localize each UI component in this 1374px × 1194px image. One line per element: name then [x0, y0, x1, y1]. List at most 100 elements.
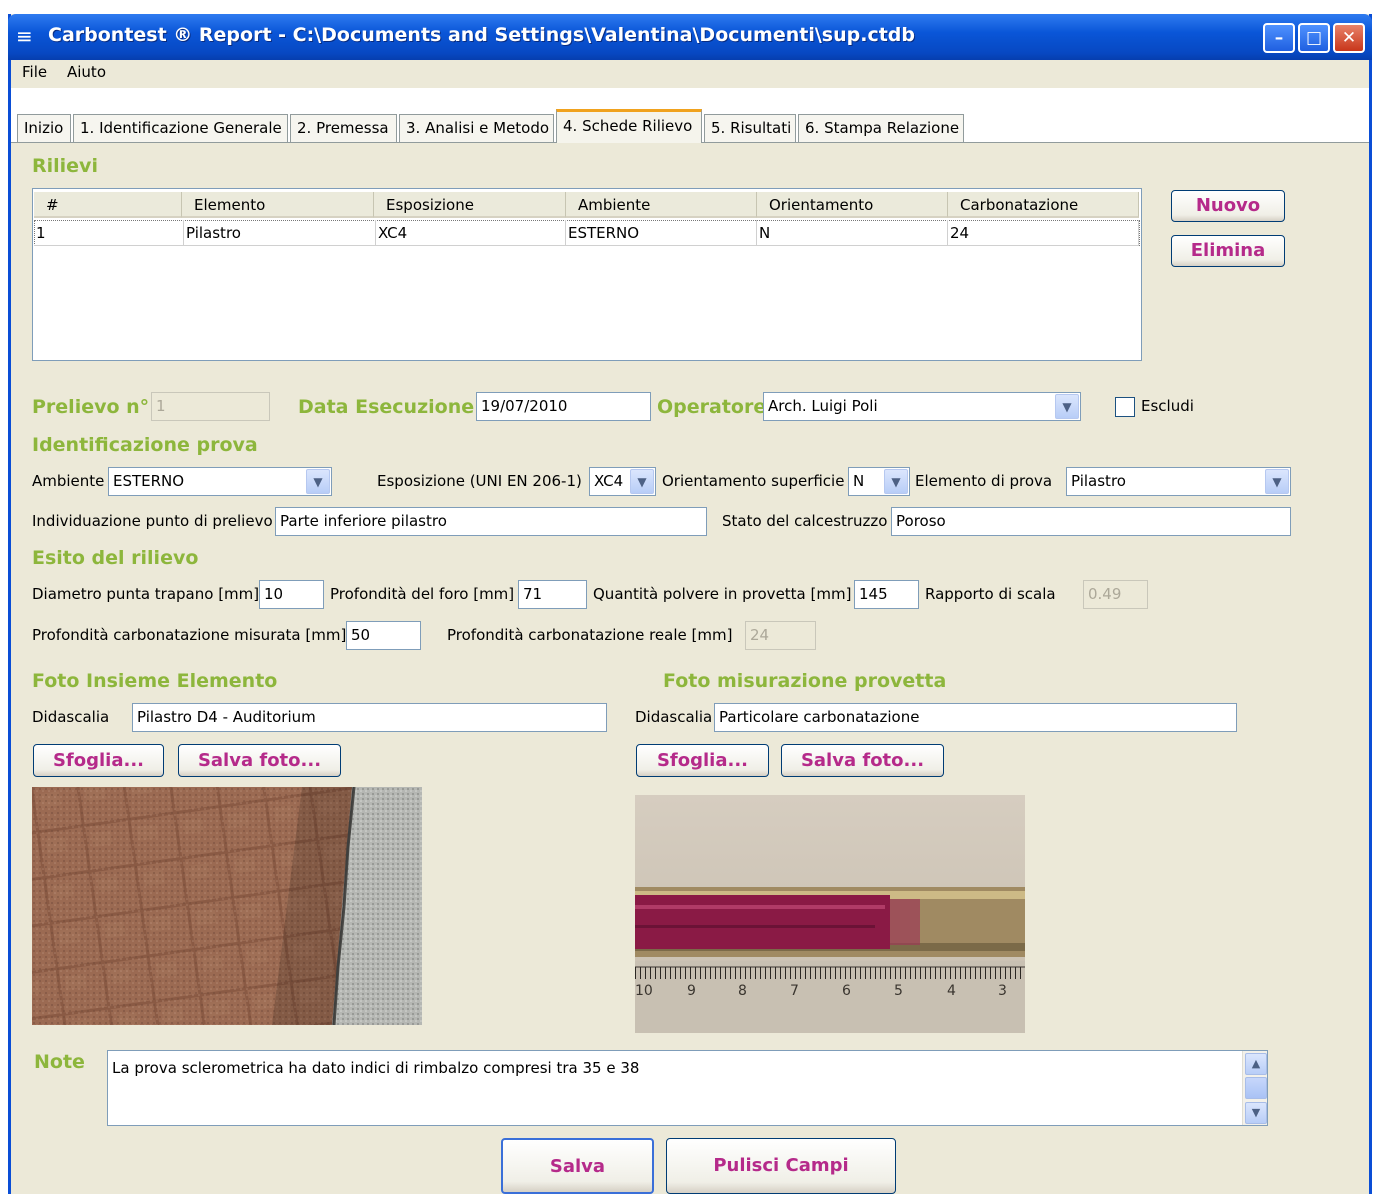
- menu-file[interactable]: File: [22, 63, 47, 81]
- quantita-polvere-field[interactable]: 145: [854, 580, 919, 609]
- carb-misurata-field[interactable]: 50: [346, 621, 421, 650]
- data-esecuzione-field[interactable]: 19/07/2010: [476, 392, 651, 421]
- carb-reale-field: 24: [745, 621, 816, 650]
- ambiente-value: ESTERNO: [113, 472, 185, 490]
- diametro-field[interactable]: 10: [259, 580, 324, 609]
- salva-button[interactable]: Salva: [501, 1138, 654, 1194]
- tab-stampa-relazione[interactable]: 6. Stampa Relazione: [798, 114, 964, 142]
- rapporto-scala-label: Rapporto di scala: [925, 585, 1056, 603]
- table-cell: XC4: [376, 220, 566, 246]
- esposizione-select[interactable]: XC4 ▼: [589, 467, 656, 496]
- close-icon[interactable]: ✕: [1333, 23, 1365, 53]
- tab-identificazione-generale[interactable]: 1. Identificazione Generale: [73, 114, 288, 142]
- foto-misurazione-title: Foto misurazione provetta: [663, 670, 947, 692]
- sfoglia-insieme-button[interactable]: Sfoglia...: [33, 744, 164, 777]
- window-title: Carbontest ® Report - C:\Documents and S…: [48, 24, 915, 46]
- ruler-number: 3: [998, 983, 1007, 999]
- table-cell: Pilastro: [184, 220, 376, 246]
- column-header[interactable]: Esposizione: [374, 192, 566, 218]
- ruler-number: 6: [842, 983, 851, 999]
- note-text: La prova sclerometrica ha dato indici di…: [112, 1059, 640, 1077]
- column-header[interactable]: #: [34, 192, 182, 218]
- ruler-number: 7: [790, 983, 799, 999]
- column-header[interactable]: Carbonatazione: [948, 192, 1139, 218]
- esito-title: Esito del rilievo: [32, 547, 199, 569]
- ruler-ticks: [635, 967, 1025, 979]
- foto-insieme-title: Foto Insieme Elemento: [32, 670, 278, 692]
- scroll-up-icon[interactable]: ▲: [1245, 1053, 1267, 1075]
- tab-schede-rilievo[interactable]: 4. Schede Rilievo: [556, 109, 702, 143]
- foto-insieme-image: [32, 787, 422, 1025]
- ambiente-label: Ambiente: [32, 472, 105, 490]
- didascalia-misurazione-field[interactable]: Particolare carbonatazione: [714, 703, 1237, 732]
- tab-inizio[interactable]: Inizio: [17, 114, 71, 142]
- ruler-number: 9: [687, 983, 696, 999]
- ruler-number: 8: [738, 983, 747, 999]
- operatore-select[interactable]: Arch. Luigi Poli ▼: [763, 392, 1081, 421]
- tab-premessa[interactable]: 2. Premessa: [290, 114, 397, 142]
- ruler-number: 4: [947, 983, 956, 999]
- punto-prelievo-field[interactable]: Parte inferiore pilastro: [275, 507, 707, 536]
- orientamento-select[interactable]: N ▼: [848, 467, 910, 496]
- scroll-down-icon[interactable]: ▼: [1245, 1102, 1267, 1124]
- esposizione-label: Esposizione (UNI EN 206-1): [377, 472, 582, 490]
- escludi-label: Escludi: [1141, 397, 1194, 415]
- didascalia-label: Didascalia: [635, 708, 713, 726]
- sfoglia-misurazione-button[interactable]: Sfoglia...: [636, 744, 769, 777]
- tab-risultati[interactable]: 5. Risultati: [704, 114, 796, 142]
- column-header[interactable]: Ambiente: [566, 192, 757, 218]
- didascalia-label: Didascalia: [32, 708, 110, 726]
- menu-icon[interactable]: ≡: [16, 26, 36, 46]
- quantita-polvere-label: Quantità polvere in provetta [mm]: [593, 585, 852, 603]
- carb-misurata-label: Profondità carbonatazione misurata [mm]: [32, 626, 347, 644]
- tab-analisi-metodo[interactable]: 3. Analisi e Metodo: [399, 114, 554, 142]
- punto-prelievo-label: Individuazione punto di prelievo: [32, 512, 273, 530]
- didascalia-insieme-field[interactable]: Pilastro D4 - Auditorium: [132, 703, 607, 732]
- note-scrollbar[interactable]: ▲ ▼: [1242, 1051, 1267, 1125]
- rilievi-title: Rilievi: [32, 155, 98, 177]
- chevron-down-icon[interactable]: ▼: [1055, 394, 1079, 419]
- identificazione-title: Identificazione prova: [32, 434, 258, 456]
- rapporto-scala-field: 0.49: [1083, 580, 1148, 609]
- minimize-icon[interactable]: –: [1263, 23, 1295, 53]
- ruler-number: 5: [894, 983, 903, 999]
- chevron-down-icon[interactable]: ▼: [884, 469, 908, 494]
- nuovo-button[interactable]: Nuovo: [1171, 190, 1285, 222]
- elemento-value: Pilastro: [1071, 472, 1126, 490]
- maximize-icon[interactable]: □: [1298, 23, 1330, 53]
- chevron-down-icon[interactable]: ▼: [1265, 469, 1289, 494]
- elemento-select[interactable]: Pilastro ▼: [1066, 467, 1291, 496]
- prelievo-label: Prelievo n°: [32, 396, 150, 418]
- orientamento-value: N: [853, 472, 865, 490]
- elimina-button[interactable]: Elimina: [1171, 235, 1285, 267]
- note-label: Note: [34, 1051, 85, 1073]
- stato-calcestruzzo-label: Stato del calcestruzzo: [722, 512, 888, 530]
- table-cell: 1: [34, 220, 184, 246]
- scroll-thumb[interactable]: [1245, 1077, 1267, 1099]
- salva-foto-misurazione-button[interactable]: Salva foto...: [781, 744, 944, 777]
- esposizione-value: XC4: [594, 472, 624, 490]
- menu-aiuto[interactable]: Aiuto: [67, 63, 106, 81]
- profondita-foro-field[interactable]: 71: [518, 580, 587, 609]
- chevron-down-icon[interactable]: ▼: [306, 469, 330, 494]
- stato-calcestruzzo-field[interactable]: Poroso: [891, 507, 1291, 536]
- data-esecuzione-label: Data Esecuzione: [298, 396, 475, 418]
- column-header[interactable]: Orientamento: [757, 192, 948, 218]
- foto-misurazione-image: 10 9 8 7 6 5 4 3: [635, 795, 1025, 1033]
- ambiente-select[interactable]: ESTERNO ▼: [108, 467, 332, 496]
- prelievo-field: 1: [151, 392, 270, 421]
- orientamento-label: Orientamento superficie: [662, 472, 845, 490]
- note-textarea[interactable]: La prova sclerometrica ha dato indici di…: [107, 1050, 1268, 1126]
- profondita-foro-label: Profondità del foro [mm]: [330, 585, 515, 603]
- salva-foto-insieme-button[interactable]: Salva foto...: [178, 744, 341, 777]
- pulisci-campi-button[interactable]: Pulisci Campi: [666, 1138, 896, 1194]
- operatore-value: Arch. Luigi Poli: [768, 397, 878, 415]
- carb-reale-label: Profondità carbonatazione reale [mm]: [447, 626, 733, 644]
- escludi-checkbox[interactable]: [1115, 397, 1135, 417]
- ruler-number: 10: [635, 983, 653, 999]
- table-cell: 24: [948, 220, 1139, 246]
- column-header[interactable]: Elemento: [182, 192, 374, 218]
- operatore-label: Operatore: [657, 396, 767, 418]
- chevron-down-icon[interactable]: ▼: [630, 469, 654, 494]
- menu-bar: [11, 60, 1369, 88]
